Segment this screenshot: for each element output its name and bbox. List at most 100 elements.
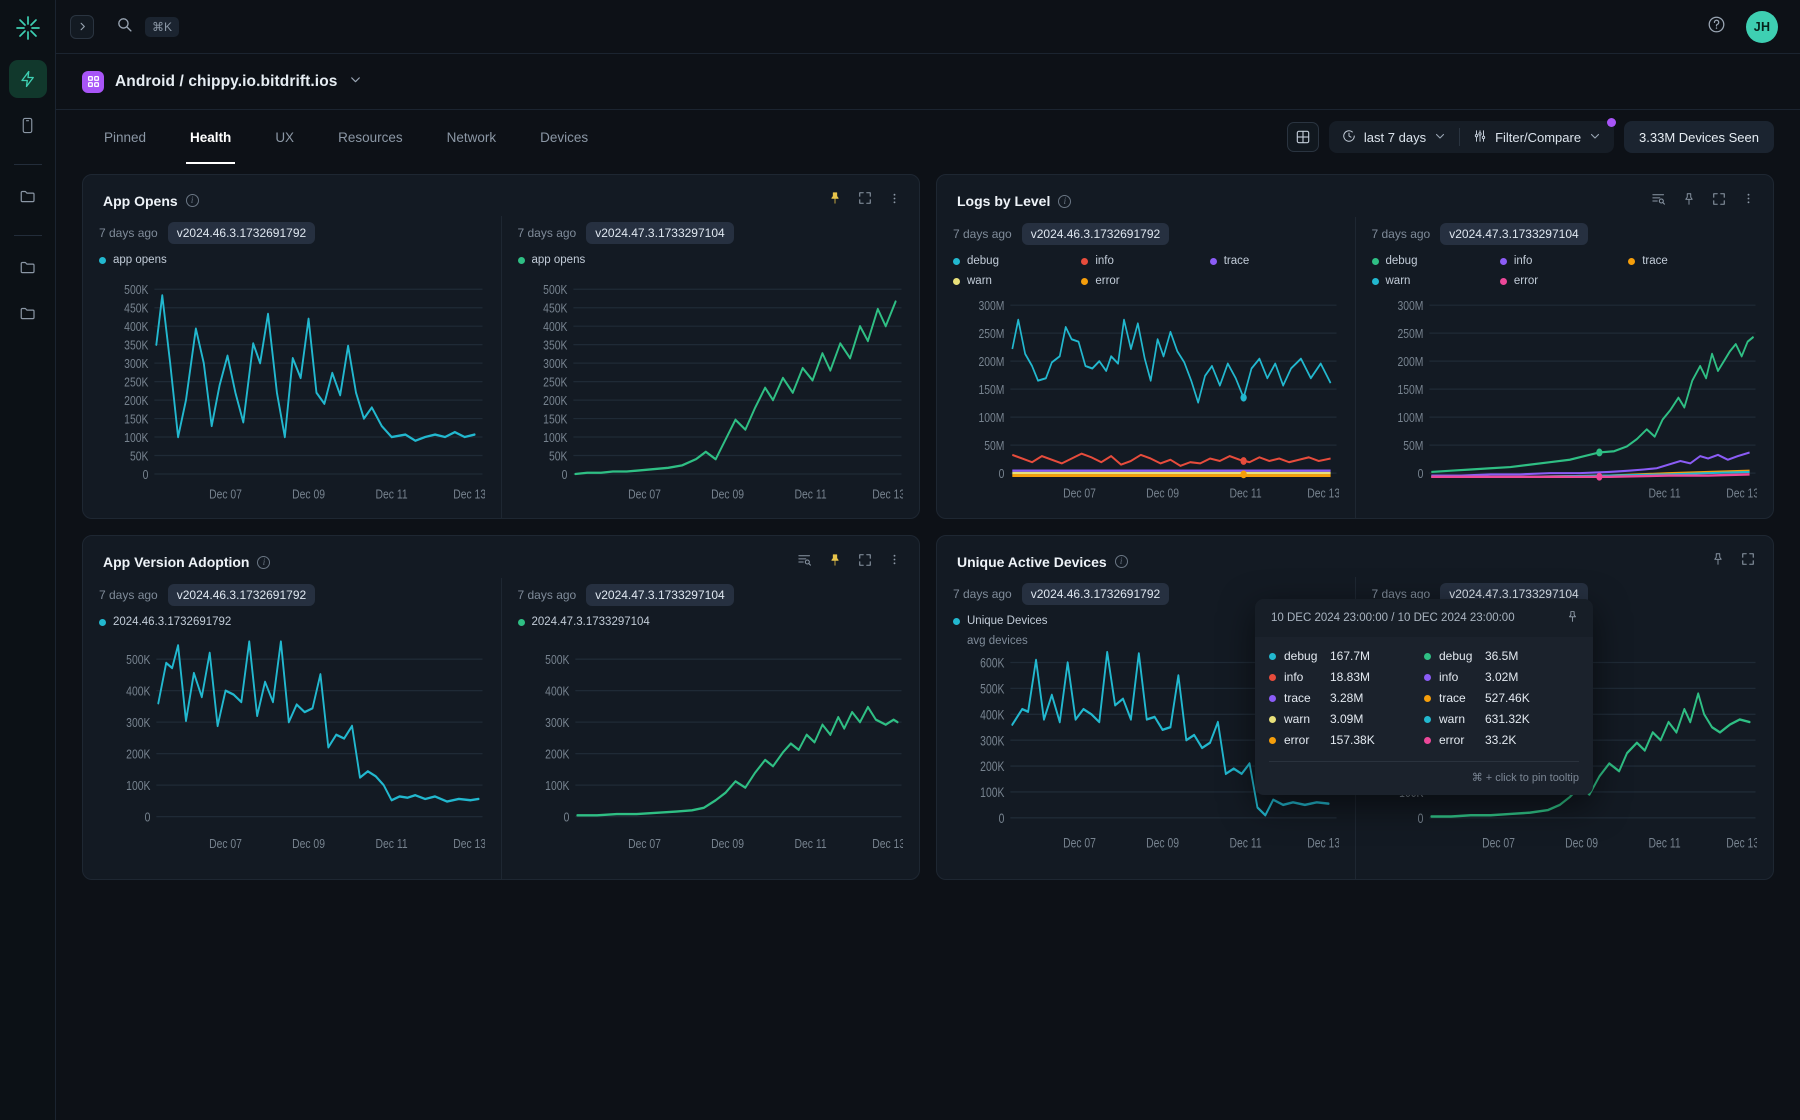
- pane-right: 7 days ago v2024.47.3.1733297104 debug i…: [1355, 217, 1774, 518]
- devices-seen-badge[interactable]: 3.33M Devices Seen: [1624, 121, 1774, 153]
- legend-label: trace: [1224, 255, 1250, 267]
- avatar[interactable]: JH: [1746, 11, 1778, 43]
- svg-text:600K: 600K: [980, 655, 1004, 671]
- chart-version-adoption-v47[interactable]: 500K400K300K 200K100K0 Dec 07Dec 09 Dec …: [518, 634, 904, 867]
- legend-dot-icon: [1628, 258, 1635, 265]
- rail-item-folder-2[interactable]: [9, 248, 47, 286]
- legend-item-trace[interactable]: trace: [1210, 255, 1338, 267]
- chart-logs-v46[interactable]: 300M250M200M 150M100M50M 0: [953, 293, 1339, 506]
- legend: debug info trace warn: [1372, 255, 1758, 287]
- svg-text:0: 0: [145, 809, 151, 825]
- rail-item-devices[interactable]: [9, 106, 47, 144]
- legend-item[interactable]: 2024.46.3.1732691792: [99, 616, 231, 628]
- chart-tooltip[interactable]: 10 DEC 2024 23:00:00 / 10 DEC 2024 23:00…: [1255, 599, 1593, 795]
- legend-item-debug[interactable]: debug: [1372, 255, 1500, 267]
- help-icon[interactable]: [1707, 15, 1726, 39]
- legend-item-info[interactable]: info: [1500, 255, 1628, 267]
- rail-divider: [14, 164, 42, 165]
- pane-header: 7 days ago v2024.47.3.1733297104: [518, 222, 904, 244]
- expand-icon[interactable]: [1741, 552, 1755, 571]
- chart-app-opens-v47[interactable]: 500K450K400K 350K300K250K 200K150K100K 5…: [518, 272, 904, 506]
- expand-rail-button[interactable]: [70, 15, 94, 39]
- app-logo-icon[interactable]: [10, 10, 46, 46]
- rail-item-folder-3[interactable]: [9, 294, 47, 332]
- version-badge[interactable]: v2024.47.3.1733297104: [586, 584, 733, 606]
- rail-item-performance[interactable]: [9, 60, 47, 98]
- info-icon[interactable]: i: [186, 194, 199, 207]
- legend-item-debug[interactable]: debug: [953, 255, 1081, 267]
- layout-grid-button[interactable]: [1287, 122, 1319, 152]
- tab-pinned[interactable]: Pinned: [82, 110, 168, 164]
- pin-icon[interactable]: [1682, 192, 1696, 211]
- legend-item[interactable]: app opens: [518, 254, 586, 266]
- pin-icon[interactable]: [828, 191, 842, 210]
- more-icon[interactable]: [888, 553, 901, 571]
- expand-icon[interactable]: [858, 553, 872, 572]
- legend-item-trace[interactable]: trace: [1628, 255, 1756, 267]
- svg-text:Dec 13: Dec 13: [872, 836, 903, 852]
- rail-item-folder-1[interactable]: [9, 177, 47, 215]
- svg-text:0: 0: [1417, 467, 1423, 481]
- pin-icon[interactable]: [1566, 610, 1579, 626]
- legend-label: Unique Devices: [967, 615, 1048, 627]
- more-icon[interactable]: [888, 192, 901, 210]
- expand-icon[interactable]: [858, 191, 872, 210]
- info-icon[interactable]: i: [1058, 195, 1071, 208]
- pin-icon[interactable]: [828, 553, 842, 572]
- legend-item[interactable]: app opens: [99, 254, 167, 266]
- series-value: 3.09M: [1330, 712, 1363, 726]
- svg-text:150K: 150K: [124, 412, 148, 426]
- legend-item[interactable]: Unique Devices: [953, 615, 1048, 627]
- pane-ago: 7 days ago: [518, 226, 577, 240]
- svg-text:Dec 13: Dec 13: [453, 488, 484, 502]
- legend-item[interactable]: 2024.47.3.1733297104: [518, 616, 650, 628]
- tab-health[interactable]: Health: [168, 110, 253, 164]
- tab-resources[interactable]: Resources: [316, 110, 425, 164]
- tooltip-column-right: debug 36.5M info 3.02M trace 527.46K: [1424, 649, 1579, 747]
- tab-devices[interactable]: Devices: [518, 110, 610, 164]
- legend-item-error[interactable]: error: [1081, 275, 1209, 287]
- pane-ago: 7 days ago: [99, 226, 158, 240]
- version-badge[interactable]: v2024.46.3.1732691792: [168, 584, 315, 606]
- legend-dot-icon: [518, 257, 525, 264]
- series-label: trace: [1439, 691, 1477, 705]
- legend-dot-icon: [99, 619, 106, 626]
- card-title: App Opens: [103, 193, 178, 209]
- pin-icon[interactable]: [1711, 552, 1725, 571]
- version-badge[interactable]: v2024.46.3.1732691792: [1022, 223, 1169, 245]
- chevron-down-icon[interactable]: [349, 73, 362, 91]
- list-search-icon[interactable]: [797, 552, 812, 572]
- filter-compare-selector[interactable]: Filter/Compare: [1460, 121, 1614, 153]
- legend-item-warn[interactable]: warn: [953, 275, 1081, 287]
- search-area[interactable]: ⌘K: [116, 16, 179, 38]
- chart-app-opens-v46[interactable]: 500K450K400K 350K300K250K 200K150K100K 5…: [99, 272, 485, 506]
- legend: app opens: [99, 254, 485, 266]
- more-icon[interactable]: [1742, 192, 1755, 210]
- svg-text:Dec 11: Dec 11: [1648, 835, 1680, 851]
- legend-item-warn[interactable]: warn: [1372, 275, 1500, 287]
- app-root: ⌘K JH Android /: [0, 0, 1800, 1120]
- version-badge[interactable]: v2024.46.3.1732691792: [168, 222, 315, 244]
- card-header: App Opens i: [83, 175, 919, 216]
- info-icon[interactable]: i: [257, 556, 270, 569]
- version-badge[interactable]: v2024.46.3.1732691792: [1022, 583, 1169, 605]
- series-dot-icon: [1269, 695, 1276, 702]
- svg-text:100K: 100K: [545, 778, 569, 794]
- list-search-icon[interactable]: [1651, 191, 1666, 211]
- version-badge[interactable]: v2024.47.3.1733297104: [586, 222, 733, 244]
- legend-dot-icon: [1081, 258, 1088, 265]
- expand-icon[interactable]: [1712, 192, 1726, 211]
- legend-item-info[interactable]: info: [1081, 255, 1209, 267]
- tab-ux[interactable]: UX: [253, 110, 316, 164]
- card-title: Logs by Level: [957, 193, 1050, 209]
- card-actions: [1711, 552, 1755, 571]
- legend-item-error[interactable]: error: [1500, 275, 1628, 287]
- info-icon[interactable]: i: [1115, 555, 1128, 568]
- tooltip-row-debug: debug 167.7M: [1269, 649, 1424, 663]
- svg-text:Dec 09: Dec 09: [711, 488, 744, 502]
- chart-version-adoption-v46[interactable]: 500K400K300K 200K100K0 Dec 07Dec 09 Dec …: [99, 634, 485, 867]
- tab-network[interactable]: Network: [425, 110, 519, 164]
- chart-logs-v47[interactable]: 300M250M200M 150M100M50M 0: [1372, 293, 1758, 506]
- time-range-selector[interactable]: last 7 days: [1329, 121, 1459, 153]
- version-badge[interactable]: v2024.47.3.1733297104: [1440, 223, 1587, 245]
